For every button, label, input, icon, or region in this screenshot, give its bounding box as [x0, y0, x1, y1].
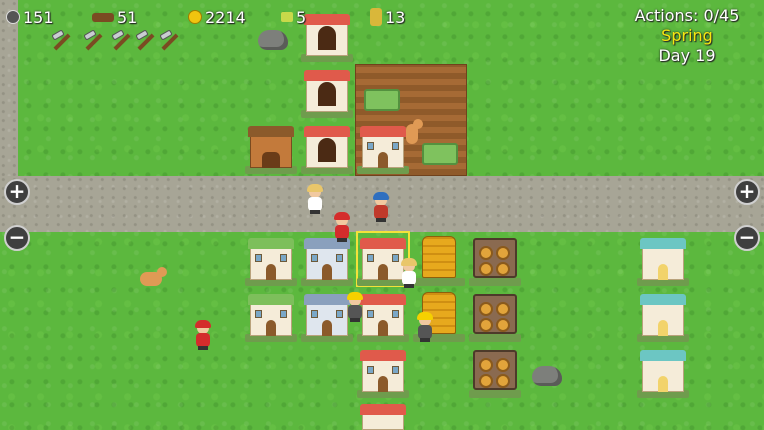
wood-log-icon	[92, 12, 114, 22]
beekeeper-villager[interactable]	[416, 312, 434, 342]
cloth-counter: 5	[281, 6, 306, 28]
farmer-villager[interactable]	[400, 258, 418, 288]
villager-red[interactable]	[194, 320, 212, 350]
cloth-count: 5	[296, 7, 307, 27]
villager-red[interactable]	[333, 212, 351, 242]
pickaxe-icon[interactable]	[134, 29, 158, 51]
beehive[interactable]	[413, 232, 465, 286]
crop-counter: 13	[370, 6, 405, 28]
zoom-in-button-right[interactable]: +	[734, 179, 760, 205]
farmer-villager[interactable]	[306, 184, 324, 214]
gold-counter: 2214	[188, 6, 246, 28]
gold-coin-icon	[188, 10, 202, 24]
gold-count: 2214	[205, 7, 246, 27]
zoom-out-button-left[interactable]: −	[4, 225, 30, 251]
crop-count: 13	[385, 7, 406, 27]
house-red[interactable]	[357, 344, 409, 398]
rock[interactable]	[258, 30, 288, 50]
house-teal[interactable]	[637, 344, 689, 398]
house-red[interactable]	[357, 288, 409, 342]
player-character[interactable]	[372, 192, 390, 222]
day-label: Day 19	[658, 46, 716, 65]
storage-shed[interactable]	[469, 288, 521, 342]
game-status: Actions: 0/45 Spring Day 19	[632, 6, 742, 66]
zoom-in-button-left[interactable]: +	[4, 179, 30, 205]
stone-icon	[6, 10, 20, 24]
cat[interactable]	[406, 119, 423, 144]
chicken-coop[interactable]	[301, 64, 353, 118]
beekeeper-villager[interactable]	[346, 292, 364, 322]
zoom-out-button-right[interactable]: −	[734, 225, 760, 251]
scythe-icon[interactable]	[50, 29, 74, 51]
season-label: Spring	[661, 26, 713, 45]
axe-icon[interactable]	[110, 29, 134, 51]
house-teal[interactable]	[637, 288, 689, 342]
house-green[interactable]	[245, 288, 297, 342]
axe-icon[interactable]	[82, 29, 106, 51]
actions-counter: Actions: 0/45	[634, 6, 740, 25]
barn[interactable]	[245, 120, 297, 174]
chicken-coop[interactable]	[301, 120, 353, 174]
crop-plant[interactable]	[422, 143, 458, 165]
crop-plant[interactable]	[364, 89, 400, 111]
stone-count: 151	[23, 7, 54, 27]
house-red[interactable]	[357, 120, 409, 174]
wood-counter: 51	[92, 6, 137, 28]
storage-shed[interactable]	[469, 232, 521, 286]
hoe-icon[interactable]	[158, 29, 182, 51]
house-green[interactable]	[245, 232, 297, 286]
wood-count: 51	[117, 7, 138, 27]
house-red[interactable]	[357, 398, 409, 430]
storage-shed[interactable]	[469, 344, 521, 398]
rock[interactable]	[532, 366, 562, 386]
wheat-icon	[370, 8, 382, 26]
stone-counter: 151	[6, 6, 54, 28]
house-teal[interactable]	[637, 232, 689, 286]
chicken-coop[interactable]	[301, 8, 353, 62]
cloth-icon	[281, 12, 293, 22]
dog[interactable]	[140, 267, 167, 286]
